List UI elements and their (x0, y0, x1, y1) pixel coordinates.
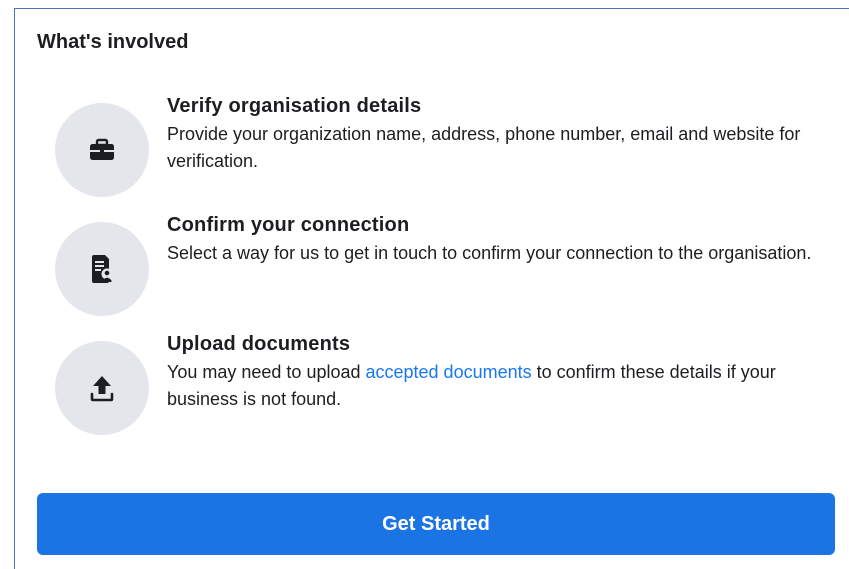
document-person-icon-container (55, 222, 149, 316)
briefcase-icon (90, 138, 114, 160)
step-verify-details: Verify organisation details Provide your… (55, 93, 835, 197)
step-text: Confirm your connection Select a way for… (167, 212, 827, 267)
dialog-panel: What's involved Verify organisation deta… (14, 8, 849, 569)
section-title: What's involved (37, 31, 189, 53)
step-text: Verify organisation details Provide your… (167, 93, 827, 175)
briefcase-icon-container (55, 103, 149, 197)
accepted-documents-link[interactable]: accepted documents (366, 362, 532, 382)
step-title: Confirm your connection (167, 214, 410, 236)
step-text: Upload documents You may need to upload … (167, 331, 827, 413)
get-started-button[interactable]: Get Started (37, 493, 835, 555)
step-description: Select a way for us to get in touch to c… (167, 243, 812, 263)
upload-icon-container (55, 341, 149, 435)
step-description: You may need to upload accepted document… (167, 359, 827, 413)
step-confirm-connection: Confirm your connection Select a way for… (55, 212, 835, 316)
step-title: Upload documents (167, 333, 351, 355)
document-person-icon (92, 255, 113, 283)
step-description-before: You may need to upload (167, 362, 366, 382)
step-title: Verify organisation details (167, 95, 422, 117)
upload-icon (90, 376, 114, 402)
step-upload-documents: Upload documents You may need to upload … (55, 331, 835, 435)
step-description: Provide your organization name, address,… (167, 124, 801, 171)
